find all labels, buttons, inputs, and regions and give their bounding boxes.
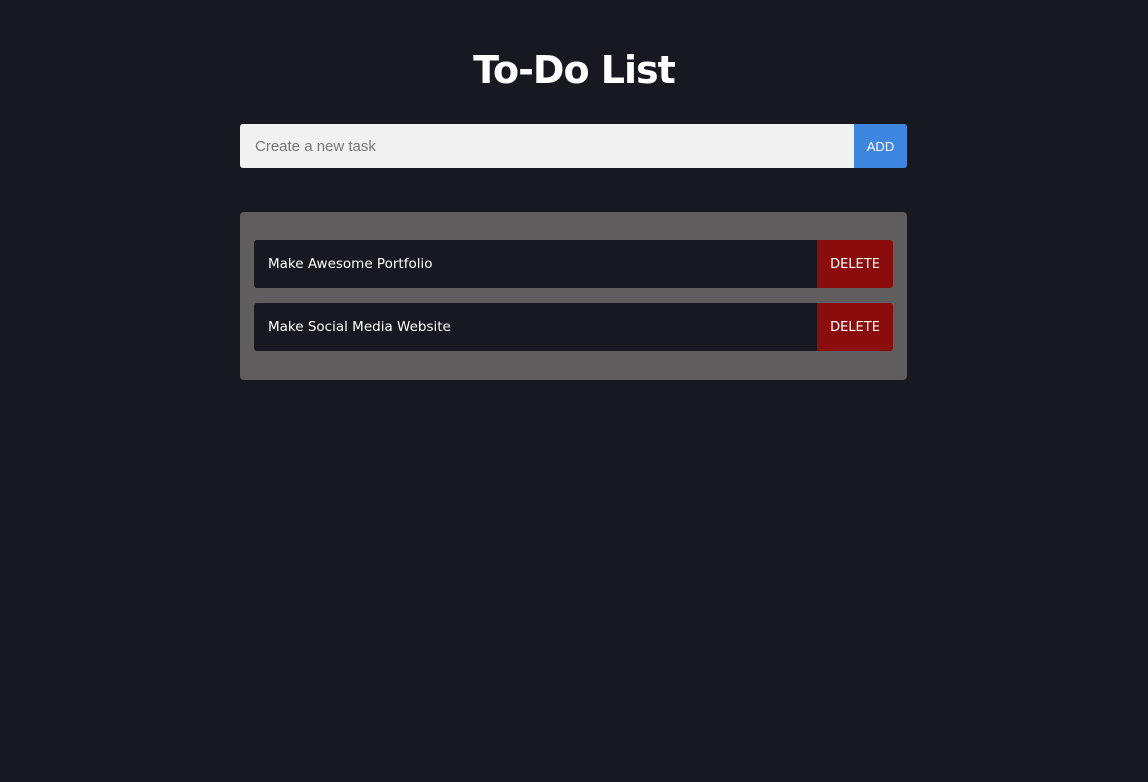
add-task-button[interactable]: ADD bbox=[854, 124, 907, 168]
new-task-input[interactable] bbox=[240, 124, 854, 168]
delete-task-button[interactable]: DELETE bbox=[817, 240, 893, 288]
task-text: Make Social Media Website bbox=[254, 303, 817, 351]
add-task-form: ADD bbox=[240, 124, 907, 168]
task-item: Make Awesome Portfolio DELETE bbox=[254, 240, 893, 288]
page-title: To-Do List bbox=[473, 48, 676, 92]
todo-app: To-Do List ADD Make Awesome Portfolio DE… bbox=[0, 0, 1148, 782]
task-text: Make Awesome Portfolio bbox=[254, 240, 817, 288]
task-list: Make Awesome Portfolio DELETE Make Socia… bbox=[240, 212, 907, 380]
delete-task-button[interactable]: DELETE bbox=[817, 303, 893, 351]
task-item: Make Social Media Website DELETE bbox=[254, 303, 893, 351]
